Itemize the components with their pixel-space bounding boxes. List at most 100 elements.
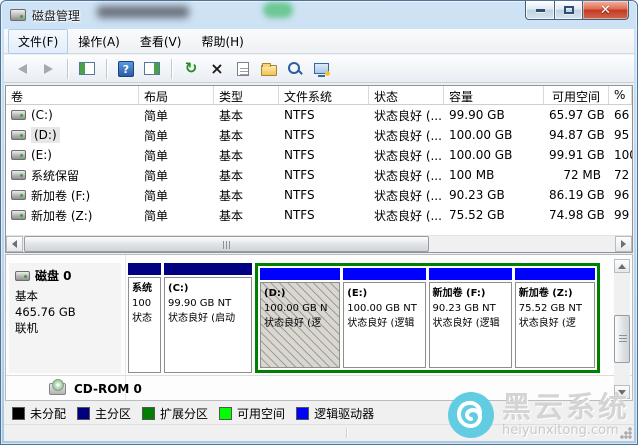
show-action-pane-button[interactable] [142, 59, 162, 79]
back-button[interactable] [12, 59, 32, 79]
forward-button[interactable] [38, 59, 58, 79]
forward-icon [44, 64, 53, 74]
partition-status: 状态良好 (逻辑 [347, 316, 421, 331]
volume-status: 状态良好 (... [369, 147, 444, 164]
volume-row-f[interactable]: 新加卷 (F:) 简单 基本 NTFS 状态良好 (... 90.23 GB 8… [6, 185, 632, 205]
partition-d-selected[interactable]: (D:) 100.00 GB N 状态良好 (逻 [260, 268, 340, 368]
partition-status: 状态良好 (逻 [264, 316, 336, 331]
horizontal-scrollbar[interactable] [6, 235, 632, 252]
column-header-layout[interactable]: 布局 [139, 86, 214, 104]
partition-system-reserved[interactable]: 系统 100 状态 [128, 263, 161, 373]
menu-file[interactable]: 文件(F) [8, 29, 68, 54]
partition-z[interactable]: 新加卷 (Z:) 75.52 GB NT 状态良好 (逻 [515, 268, 595, 368]
partition-e[interactable]: (E:) 100.00 GB NT 状态良好 (逻辑 [343, 268, 425, 368]
window-title: 磁盘管理 [32, 7, 80, 24]
column-header-status[interactable]: 状态 [369, 86, 444, 104]
primary-partition-swatch [77, 407, 90, 420]
open-folder-icon [261, 65, 277, 76]
client-area: 文件(F) 操作(A) 查看(V) 帮助(H) 卷 布局 类型 [4, 29, 634, 441]
volume-percent: 72 [609, 168, 632, 182]
help-button[interactable] [116, 59, 136, 79]
partition-status: 状态良好 (启动 [168, 311, 248, 326]
partition-f[interactable]: 新加卷 (F:) 90.23 GB NT 状态良好 (逻辑 [429, 268, 512, 368]
partition-c[interactable]: (C:) 99.90 GB NT 状态良好 (启动 [164, 263, 252, 373]
volume-icon [11, 190, 26, 200]
volume-layout: 简单 [139, 207, 214, 224]
open-button[interactable] [259, 59, 279, 79]
volume-layout: 简单 [139, 147, 214, 164]
volume-free: 65.97 GB [544, 108, 609, 122]
partition-status: 状态良好 (逻 [519, 316, 591, 331]
volume-row-z[interactable]: 新加卷 (Z:) 简单 基本 NTFS 状态良好 (... 75.52 GB 7… [6, 205, 632, 225]
extended-partition-frame: (D:) 100.00 GB N 状态良好 (逻 (E:) 100.00 GB … [255, 263, 600, 373]
volume-free: 86.19 GB [544, 188, 609, 202]
scroll-up-icon [618, 264, 626, 269]
close-button[interactable]: ✕ [583, 1, 629, 20]
volume-type: 基本 [214, 127, 279, 144]
minimize-button[interactable] [525, 1, 555, 20]
column-header-volume[interactable]: 卷 [6, 86, 139, 104]
volume-row-system-reserved[interactable]: 系统保留 简单 基本 NTFS 状态良好 (... 100 MB 72 MB 7… [6, 165, 632, 185]
scroll-right-arrow[interactable] [615, 236, 632, 252]
volume-status: 状态良好 (... [369, 127, 444, 144]
resize-grip[interactable] [620, 427, 632, 439]
column-header-capacity[interactable]: 容量 [444, 86, 544, 104]
scroll-left-arrow[interactable] [6, 236, 23, 252]
column-header-type[interactable]: 类型 [214, 86, 279, 104]
volume-percent: 95 [609, 128, 632, 142]
refresh-button[interactable] [181, 59, 201, 79]
volume-free: 72 MB [544, 168, 609, 182]
menu-help[interactable]: 帮助(H) [191, 29, 253, 54]
back-icon [18, 64, 27, 74]
volume-icon [11, 150, 26, 160]
legend-free-space: 可用空间 [219, 405, 285, 422]
extended-partition-swatch [142, 407, 155, 420]
legend-bar: 未分配 主分区 扩展分区 可用空间 逻辑驱动器 [4, 403, 634, 423]
volume-row-d[interactable]: (D:) 简单 基本 NTFS 状态良好 (... 100.00 GB 94.8… [6, 125, 632, 145]
volume-icon [11, 110, 26, 120]
properties-button[interactable] [233, 59, 253, 79]
volume-free: 74.98 GB [544, 208, 609, 222]
delete-button[interactable] [207, 59, 227, 79]
partition-size: 100.00 GB NT [347, 301, 421, 316]
column-header-percent[interactable]: % [609, 86, 632, 104]
vertical-scrollbar-thumb[interactable] [614, 315, 630, 363]
help-icon [118, 61, 134, 77]
window-controls: ✕ [525, 1, 629, 20]
logical-drive-color-bar [343, 268, 425, 280]
cdrom0-row[interactable]: CD-ROM 0 [9, 378, 142, 400]
volume-free: 94.87 GB [544, 128, 609, 142]
manage-computer-button[interactable] [311, 59, 331, 79]
graphical-view-pane: 磁盘 0 基本 465.76 GB 联机 系统 100 状态 [5, 254, 633, 401]
volume-name: (C:) [31, 108, 53, 122]
redacted-green-badge [263, 2, 293, 18]
legend-primary-partition: 主分区 [77, 405, 131, 422]
volume-fs: NTFS [279, 188, 369, 202]
volume-row-c[interactable]: (C:) 简单 基本 NTFS 状态良好 (... 99.90 GB 65.97… [6, 105, 632, 125]
volume-name: 新加卷 (Z:) [31, 207, 92, 224]
legend-unallocated: 未分配 [12, 405, 66, 422]
disk0-label[interactable]: 磁盘 0 基本 465.76 GB 联机 [9, 263, 121, 373]
menu-view[interactable]: 查看(V) [130, 29, 192, 54]
partition-name: 新加卷 (Z:) [519, 286, 591, 301]
show-console-tree-button[interactable] [77, 59, 97, 79]
scroll-up-arrow[interactable] [614, 259, 630, 273]
computer-icon [314, 63, 329, 74]
volume-icon [11, 210, 26, 220]
search-button[interactable] [285, 59, 305, 79]
vertical-scrollbar[interactable] [614, 259, 630, 399]
volume-row-e[interactable]: (E:) 简单 基本 NTFS 状态良好 (... 100.00 GB 99.9… [6, 145, 632, 165]
maximize-button[interactable] [555, 1, 583, 20]
volume-layout: 简单 [139, 187, 214, 204]
volume-list-pane: 卷 布局 类型 文件系统 状态 容量 可用空间 % (C:) 简单 基本 NTF… [5, 85, 633, 253]
legend-extended-partition: 扩展分区 [142, 405, 208, 422]
volume-type: 基本 [214, 107, 279, 124]
menu-action[interactable]: 操作(A) [68, 29, 130, 54]
redacted-title-text [97, 6, 189, 18]
column-header-free-space[interactable]: 可用空间 [544, 86, 609, 104]
disk-row-divider [6, 375, 632, 376]
horizontal-scrollbar-thumb[interactable] [24, 236, 429, 252]
scroll-down-arrow[interactable] [614, 385, 630, 399]
toolbar-separator [171, 59, 172, 79]
column-header-filesystem[interactable]: 文件系统 [279, 86, 369, 104]
